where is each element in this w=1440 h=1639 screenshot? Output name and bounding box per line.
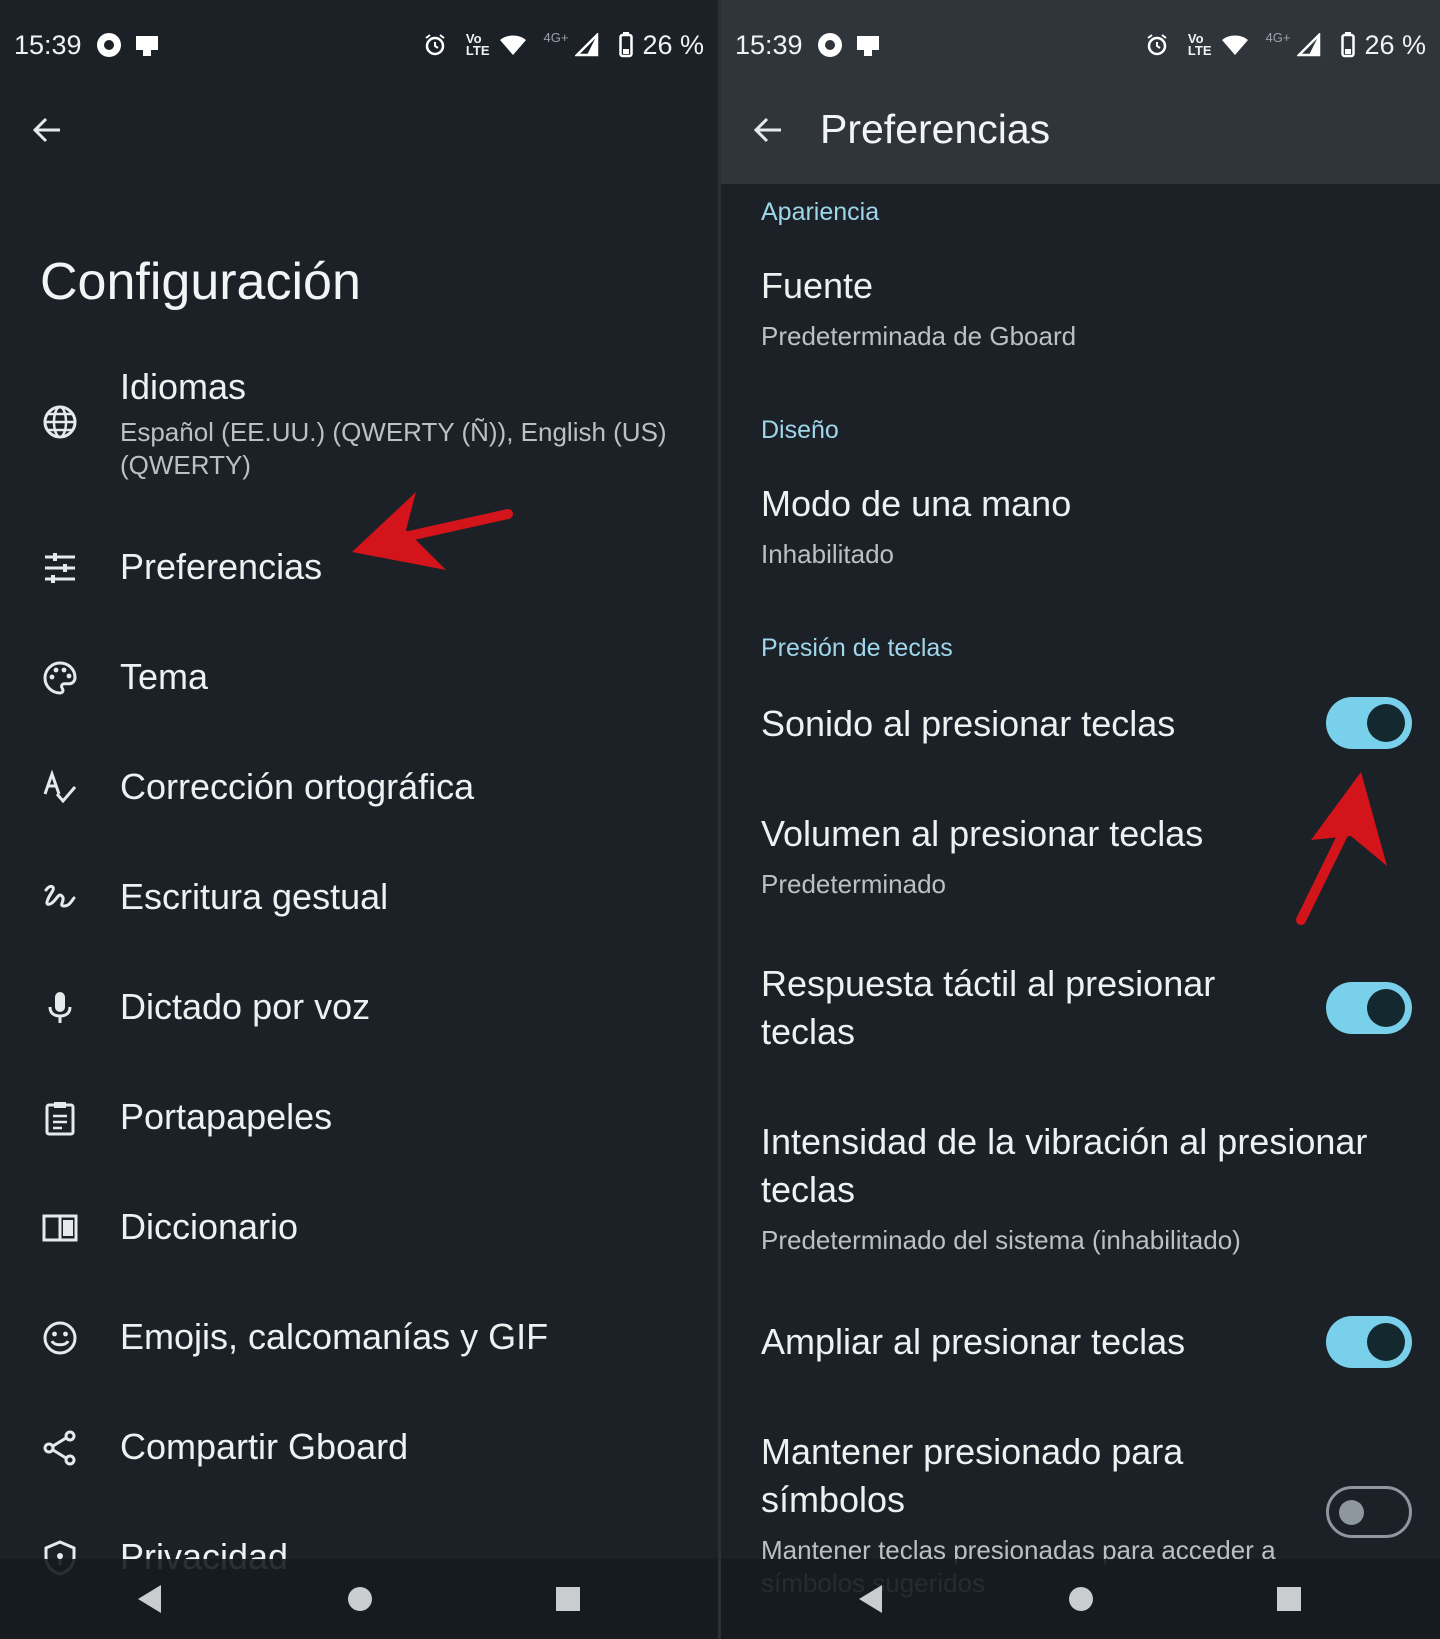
settings-item-label: Corrección ortográfica (120, 766, 475, 807)
smiley-icon (38, 1316, 82, 1360)
nav-recents-button[interactable] (548, 1579, 588, 1619)
nav-recents-button[interactable] (1269, 1579, 1309, 1619)
mic-icon (38, 986, 82, 1030)
pref-label: Modo de una mano (761, 483, 1072, 524)
page-title: Configuración (40, 253, 361, 311)
arrow-left-icon (32, 117, 60, 143)
clipboard-icon (38, 1096, 82, 1140)
sliders-icon (38, 546, 82, 590)
circle-icon (1069, 1587, 1093, 1611)
ampliar-toggle[interactable] (1326, 1316, 1412, 1368)
section-apariencia: Apariencia (761, 198, 880, 226)
settings-item-label: Emojis, calcomanías y GIF (120, 1316, 549, 1357)
status-time: 15:39 (735, 29, 803, 60)
section-diseno: Diseño (761, 416, 839, 444)
settings-item-label: Dictado por voz (120, 986, 371, 1027)
settings-item-label: Tema (120, 656, 209, 697)
volte-icon: Vo LTE (1187, 31, 1212, 58)
settings-item-label: Compartir Gboard (120, 1426, 409, 1467)
cell-signal-icon (572, 30, 602, 60)
settings-item-label: Diccionario (120, 1206, 299, 1247)
settings-item-dictado[interactable]: Dictado por voz (0, 968, 718, 1048)
preferences-panel: 15:39 Vo LTE 4G+ 26 % Preferencias Apari… (721, 0, 1440, 1639)
volte-icon: Vo LTE (465, 31, 490, 58)
nav-home-button[interactable] (1061, 1579, 1101, 1619)
settings-item-diccionario[interactable]: Diccionario (0, 1188, 718, 1268)
tactil-toggle[interactable] (1326, 982, 1412, 1034)
settings-item-label: Portapapeles (120, 1096, 333, 1137)
network-type: 4G+ (543, 29, 569, 45)
mantener-toggle[interactable] (1326, 1486, 1412, 1538)
battery-level: 26 % (642, 29, 704, 60)
book-icon (38, 1206, 82, 1250)
page-title: Preferencias (820, 106, 1051, 152)
annotation-arrow-icon (1296, 772, 1387, 925)
spellcheck-icon (38, 766, 82, 810)
wifi-icon (1220, 30, 1250, 60)
settings-item-idiomas[interactable]: Idiomas Español (EE.UU.) (QWERTY (Ñ)), E… (0, 360, 718, 490)
palette-icon (38, 656, 82, 700)
back-button[interactable] (746, 108, 790, 152)
device-notification-icon (853, 30, 883, 60)
pref-sub: Predeterminada de Gboard (761, 321, 1077, 351)
toggle-knob (1367, 1323, 1405, 1361)
pref-label: Intensidad de la vibración al presionar … (761, 1121, 1368, 1210)
settings-item-portapapeles[interactable]: Portapapeles (0, 1078, 718, 1158)
network-type: 4G+ (1265, 29, 1291, 45)
battery-level: 26 % (1364, 29, 1426, 60)
pref-sub: Predeterminado del sistema (inhabilitado… (761, 1225, 1241, 1255)
back-button[interactable] (25, 108, 69, 152)
pref-sub: Predeterminado (761, 869, 946, 899)
chrome-notification-icon (94, 30, 124, 60)
arrow-left-icon (753, 117, 781, 143)
pref-label: Mantener presionado para símbolos (761, 1431, 1184, 1520)
chrome-notification-icon (815, 30, 845, 60)
triangle-left-icon (859, 1585, 882, 1613)
device-notification-icon (132, 30, 162, 60)
section-presion: Presión de teclas (761, 634, 953, 662)
square-icon (556, 1587, 580, 1611)
pref-sub: Inhabilitado (761, 539, 894, 569)
pref-label: Fuente (761, 265, 874, 306)
globe-icon (38, 400, 82, 444)
nav-back-button[interactable] (130, 1579, 170, 1619)
nav-back-button[interactable] (851, 1579, 891, 1619)
settings-item-label: Escritura gestual (120, 876, 389, 917)
pref-label: Ampliar al presionar teclas (761, 1321, 1186, 1362)
settings-item-label: Preferencias (120, 546, 323, 587)
pref-label: Respuesta táctil al presionar teclas (761, 963, 1216, 1052)
settings-item-label: Idiomas (120, 366, 247, 407)
settings-item-compartir[interactable]: Compartir Gboard (0, 1408, 718, 1488)
settings-item-tema[interactable]: Tema (0, 638, 718, 718)
cell-signal-icon (1294, 30, 1324, 60)
settings-panel: 15:39 Vo LTE 4G+ 26 % Configuración Idio… (0, 0, 718, 1639)
gesture-icon (38, 876, 82, 920)
nav-home-button[interactable] (340, 1579, 380, 1619)
status-bar: 15:39 Vo LTE 4G+ 26 % (0, 20, 718, 70)
alarm-icon (1142, 30, 1172, 60)
battery-icon (1340, 30, 1356, 60)
battery-icon (618, 30, 634, 60)
pref-label: Volumen al presionar teclas (761, 813, 1204, 854)
nav-bar (721, 1559, 1440, 1639)
annotation-arrow-icon (352, 492, 513, 570)
pref-label: Sonido al presionar teclas (761, 703, 1176, 744)
status-bar: 15:39 Vo LTE 4G+ 26 % (721, 20, 1440, 70)
sonido-toggle[interactable] (1326, 697, 1412, 749)
status-time: 15:39 (14, 29, 82, 60)
settings-item-sub: Español (EE.UU.) (QWERTY (Ñ)), English (… (120, 417, 667, 480)
share-icon (38, 1426, 82, 1470)
nav-bar (0, 1559, 718, 1639)
settings-item-emojis[interactable]: Emojis, calcomanías y GIF (0, 1298, 718, 1378)
alarm-icon (420, 30, 450, 60)
square-icon (1277, 1587, 1301, 1611)
toggle-knob (1367, 704, 1405, 742)
triangle-left-icon (138, 1585, 161, 1613)
settings-item-escritura[interactable]: Escritura gestual (0, 858, 718, 938)
circle-icon (348, 1587, 372, 1611)
toggle-knob (1339, 1500, 1364, 1525)
wifi-icon (498, 30, 528, 60)
toggle-knob (1367, 989, 1405, 1027)
settings-item-correccion[interactable]: Corrección ortográfica (0, 748, 718, 828)
